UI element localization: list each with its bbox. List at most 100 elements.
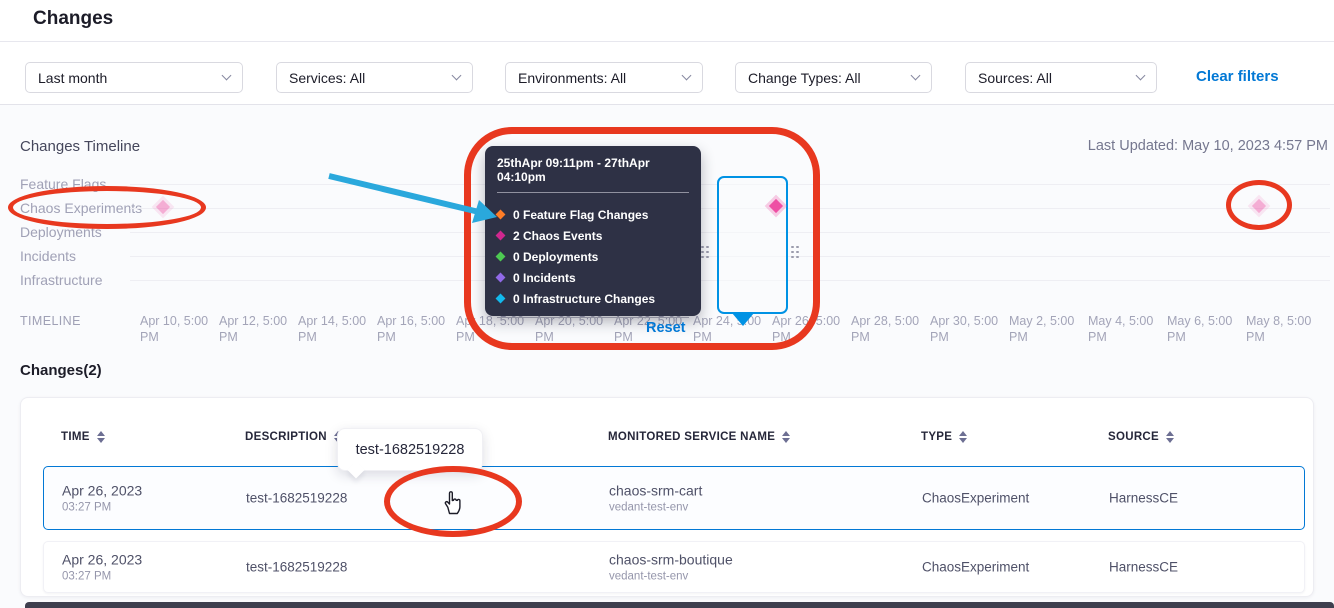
brush-right-drag-handle[interactable] <box>791 242 803 262</box>
tick-date: May 8, 5:00 <box>1246 313 1328 329</box>
column-label: MONITORED SERVICE NAME <box>608 431 775 443</box>
axis-tick: Apr 10, 5:00PM <box>140 313 222 345</box>
time-range-value: Last month <box>38 70 107 86</box>
tick-date: Apr 30, 5:00 <box>930 313 1012 329</box>
column-header-time: TIME <box>61 431 105 443</box>
column-header-type: TYPE <box>921 431 967 443</box>
axis-tick: May 8, 5:00PM <box>1246 313 1328 345</box>
change-types-value: Change Types: All <box>748 70 861 86</box>
time-cell: Apr 26, 2023 03:27 PM <box>62 483 142 514</box>
column-header-monitored-service: MONITORED SERVICE NAME <box>608 431 790 443</box>
tick-date: May 2, 5:00 <box>1009 313 1091 329</box>
axis-tick: Apr 26, 5:00PM <box>772 313 854 345</box>
column-label: SOURCE <box>1108 431 1159 443</box>
column-label: TIME <box>61 431 90 443</box>
monitored-service-cell: chaos-srm-cart vedant-test-env <box>609 483 702 514</box>
tick-suffix: PM <box>851 329 933 345</box>
column-label: TYPE <box>921 431 952 443</box>
description-cell: test-1682519228 <box>246 560 347 575</box>
tick-suffix: PM <box>772 329 854 345</box>
source-cell: HarnessCE <box>1109 491 1178 506</box>
bottom-section-bar <box>25 602 1334 608</box>
axis-tick: Apr 16, 5:00PM <box>377 313 459 345</box>
tick-suffix: PM <box>377 329 459 345</box>
changes-count-heading: Changes(2) <box>20 362 102 379</box>
tooltip-item-label: 0 Feature Flag Changes <box>513 208 648 222</box>
environment-name: vedant-test-env <box>609 571 733 583</box>
infrastructure-diamond-icon <box>496 294 506 304</box>
chaos-event-diamond-icon <box>496 231 506 241</box>
sources-value: Sources: All <box>978 70 1052 86</box>
monitored-service-cell: chaos-srm-boutique vedant-test-env <box>609 552 733 583</box>
type-cell: ChaosExperiment <box>922 491 1029 506</box>
change-types-dropdown[interactable]: Change Types: All <box>735 62 932 93</box>
brush-left-drag-handle[interactable] <box>701 242 713 262</box>
environment-name: vedant-test-env <box>609 502 702 514</box>
tooltip-item-chaos-events: 2 Chaos Events <box>497 225 689 246</box>
tooltip-date-range: 25thApr 09:11pm - 27thApr 04:10pm <box>485 146 701 192</box>
chevron-down-icon <box>682 71 692 81</box>
tick-suffix: PM <box>298 329 380 345</box>
tick-date: May 4, 5:00 <box>1088 313 1170 329</box>
clear-filters-button[interactable]: Clear filters <box>1196 68 1279 85</box>
last-updated-text: Last Updated: May 10, 2023 4:57 PM <box>1088 138 1328 154</box>
sort-icon[interactable] <box>959 431 967 443</box>
axis-tick: Apr 28, 5:00PM <box>851 313 933 345</box>
tick-date: Apr 26, 5:00 <box>772 313 854 329</box>
service-name: chaos-srm-cart <box>609 483 702 499</box>
axis-tick: Apr 14, 5:00PM <box>298 313 380 345</box>
timeline-section-title: Changes Timeline <box>20 138 140 155</box>
tooltip-item-feature-flags: 0 Feature Flag Changes <box>497 204 689 225</box>
services-dropdown[interactable]: Services: All <box>276 62 473 93</box>
reset-button[interactable]: Reset <box>646 320 686 336</box>
timeline-row-deployments: Deployments <box>20 224 102 240</box>
column-label: DESCRIPTION <box>245 431 327 443</box>
sources-dropdown[interactable]: Sources: All <box>965 62 1157 93</box>
sort-icon[interactable] <box>782 431 790 443</box>
brush-pointer-icon <box>732 313 754 326</box>
tick-suffix: PM <box>140 329 222 345</box>
environments-value: Environments: All <box>518 70 626 86</box>
axis-tick: May 6, 5:00PM <box>1167 313 1249 345</box>
chevron-down-icon <box>222 71 232 81</box>
service-name: chaos-srm-boutique <box>609 552 733 568</box>
type-cell: ChaosExperiment <box>922 560 1029 575</box>
sort-icon[interactable] <box>97 431 105 443</box>
tooltip-item-label: 0 Incidents <box>513 271 576 285</box>
tick-suffix: PM <box>1246 329 1328 345</box>
change-row-chaos-srm-boutique[interactable]: Apr 26, 2023 03:27 PM test-1682519228 ch… <box>43 541 1305 593</box>
description-hover-tooltip: test-1682519228 <box>337 428 483 471</box>
tick-date: Apr 28, 5:00 <box>851 313 933 329</box>
tooltip-item-deployments: 0 Deployments <box>497 246 689 267</box>
axis-tick: May 4, 5:00PM <box>1088 313 1170 345</box>
sort-icon[interactable] <box>1166 431 1174 443</box>
tick-suffix: PM <box>693 329 775 345</box>
chevron-down-icon <box>911 71 921 81</box>
tick-suffix: PM <box>1167 329 1249 345</box>
tick-suffix: PM <box>930 329 1012 345</box>
timeline-row-chaos-experiments: Chaos Experiments <box>20 200 142 216</box>
axis-tick: May 2, 5:00PM <box>1009 313 1091 345</box>
timeline-brush-selection[interactable] <box>717 176 788 314</box>
tick-date: Apr 14, 5:00 <box>298 313 380 329</box>
page-title: Changes <box>33 8 113 30</box>
tick-suffix: PM <box>456 329 538 345</box>
source-cell: HarnessCE <box>1109 560 1178 575</box>
filter-bar: Last month Services: All Environments: A… <box>0 42 1334 105</box>
tooltip-item-incidents: 0 Incidents <box>497 267 689 288</box>
time-range-dropdown[interactable]: Last month <box>25 62 243 93</box>
change-date: Apr 26, 2023 <box>62 552 142 568</box>
tick-date: Apr 10, 5:00 <box>140 313 222 329</box>
incident-diamond-icon <box>496 273 506 283</box>
tooltip-item-label: 0 Infrastructure Changes <box>513 292 655 306</box>
change-date: Apr 26, 2023 <box>62 483 142 499</box>
services-value: Services: All <box>289 70 365 86</box>
change-row-chaos-srm-cart[interactable]: Apr 26, 2023 03:27 PM test-1682519228 ch… <box>43 466 1305 530</box>
hand-cursor-icon <box>441 488 465 520</box>
tick-date: Apr 12, 5:00 <box>219 313 301 329</box>
timeline-row-infrastructure: Infrastructure <box>20 272 102 288</box>
environments-dropdown[interactable]: Environments: All <box>505 62 703 93</box>
tick-date: Apr 16, 5:00 <box>377 313 459 329</box>
axis-tick: Apr 30, 5:00PM <box>930 313 1012 345</box>
changes-table-card: TIME DESCRIPTION MONITORED SERVICE NAME … <box>20 397 1314 597</box>
